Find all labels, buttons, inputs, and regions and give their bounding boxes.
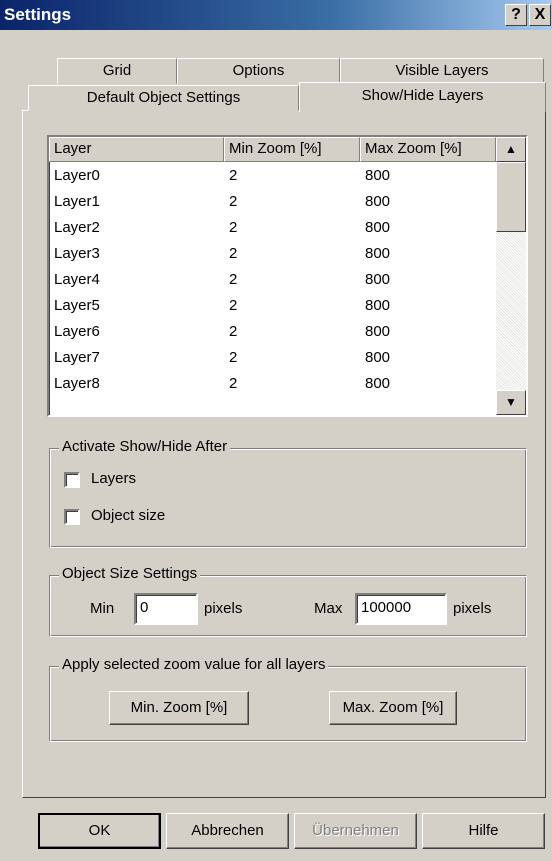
vertical-scrollbar[interactable]: ▲ ▼ (496, 137, 526, 415)
max-zoom-cell: 800 (365, 271, 391, 288)
column-header-max-zoom[interactable]: Max Zoom [%] (360, 137, 496, 162)
layers-checkbox-label[interactable]: Layers (91, 470, 136, 487)
max-zoom-cell: 800 (365, 323, 391, 340)
scroll-down-button[interactable]: ▼ (496, 390, 526, 415)
min-label: Min (90, 600, 115, 617)
table-row[interactable]: Layer5 2 800 (49, 293, 496, 319)
arrow-down-icon: ▼ (505, 395, 517, 409)
layer-name-cell: Layer3 (54, 245, 100, 262)
list-header: Layer Min Zoom [%] Max Zoom [%] (49, 137, 496, 162)
layer-name-cell: Layer2 (54, 219, 100, 236)
min-unit-label: pixels (204, 600, 243, 617)
tab-default-object-settings[interactable]: Default Object Settings (28, 85, 299, 111)
scroll-thumb[interactable] (496, 162, 526, 232)
max-zoom-cell: 800 (365, 219, 391, 236)
max-zoom-cell: 800 (365, 349, 391, 366)
window-title: Settings (4, 5, 72, 24)
tab-visible-layers[interactable]: Visible Layers (340, 58, 544, 84)
min-zoom-cell: 2 (229, 271, 238, 288)
cancel-button[interactable]: Abbrechen (166, 813, 289, 849)
layer-name-cell: Layer4 (54, 271, 100, 288)
object-size-group-title: Object Size Settings (59, 565, 201, 582)
min-zoom-cell: 2 (229, 375, 238, 392)
zoom-group-title: Apply selected zoom value for all layers (59, 656, 329, 673)
min-zoom-cell: 2 (229, 193, 238, 210)
layer-name-cell: Layer8 (54, 375, 100, 392)
layer-name-cell: Layer7 (54, 349, 100, 366)
layer-name-cell: Layer6 (54, 323, 100, 340)
max-zoom-cell: 800 (365, 297, 391, 314)
close-button[interactable]: X (529, 4, 551, 26)
help-footer-button[interactable]: Hilfe (422, 813, 545, 849)
min-zoom-cell: 2 (229, 297, 238, 314)
column-header-min-zoom[interactable]: Min Zoom [%] (224, 137, 360, 162)
table-row[interactable]: Layer3 2 800 (49, 241, 496, 267)
layers-list[interactable]: Layer Min Zoom [%] Max Zoom [%] Layer0 2… (47, 135, 528, 417)
max-zoom-cell: 800 (365, 193, 391, 210)
max-zoom-button[interactable]: Max. Zoom [%] (329, 691, 457, 725)
arrow-up-icon: ▲ (505, 142, 517, 156)
ok-button[interactable]: OK (38, 813, 161, 849)
max-zoom-cell: 800 (365, 167, 391, 184)
tab-show-hide-layers[interactable]: Show/Hide Layers (299, 82, 546, 112)
min-zoom-cell: 2 (229, 323, 238, 340)
max-label: Max (314, 600, 343, 617)
table-row[interactable]: Layer6 2 800 (49, 319, 496, 345)
tab-visible-layers-label: Visible Layers (395, 62, 489, 79)
tab-default-object-settings-label: Default Object Settings (86, 89, 241, 106)
object-size-checkbox-label[interactable]: Object size (91, 507, 165, 524)
activate-group-title: Activate Show/Hide After (59, 438, 231, 455)
layers-checkbox[interactable] (64, 472, 80, 488)
table-row[interactable]: Layer7 2 800 (49, 345, 496, 371)
scroll-up-button[interactable]: ▲ (496, 137, 526, 162)
layer-name-cell: Layer1 (54, 193, 100, 210)
table-row[interactable]: Layer4 2 800 (49, 267, 496, 293)
tab-show-hide-layers-label: Show/Hide Layers (361, 87, 484, 104)
activate-group (49, 448, 527, 548)
tab-grid[interactable]: Grid (57, 58, 177, 84)
table-row[interactable]: Layer2 2 800 (49, 215, 496, 241)
tab-grid-label: Grid (102, 62, 132, 79)
object-size-checkbox[interactable] (64, 509, 80, 525)
table-row[interactable]: Layer1 2 800 (49, 189, 496, 215)
max-zoom-cell: 800 (365, 375, 391, 392)
max-zoom-cell: 800 (365, 245, 391, 262)
tab-options[interactable]: Options (177, 58, 340, 84)
tab-options-label: Options (232, 62, 285, 79)
column-header-layer[interactable]: Layer (49, 137, 224, 162)
min-pixels-input[interactable]: 0 (134, 593, 198, 625)
layer-name-cell: Layer5 (54, 297, 100, 314)
title-bar[interactable] (0, 0, 552, 30)
max-unit-label: pixels (453, 600, 492, 617)
min-zoom-cell: 2 (229, 219, 238, 236)
help-button[interactable]: ? (505, 4, 527, 26)
table-row[interactable]: Layer0 2 800 (49, 163, 496, 189)
min-zoom-cell: 2 (229, 167, 238, 184)
apply-button[interactable]: Übernehmen (294, 813, 417, 849)
table-row[interactable]: Layer8 2 800 (49, 371, 496, 397)
layer-name-cell: Layer0 (54, 167, 100, 184)
min-zoom-cell: 2 (229, 245, 238, 262)
max-pixels-input[interactable]: 100000 (355, 593, 447, 625)
min-zoom-button[interactable]: Min. Zoom [%] (109, 691, 249, 725)
min-zoom-cell: 2 (229, 349, 238, 366)
